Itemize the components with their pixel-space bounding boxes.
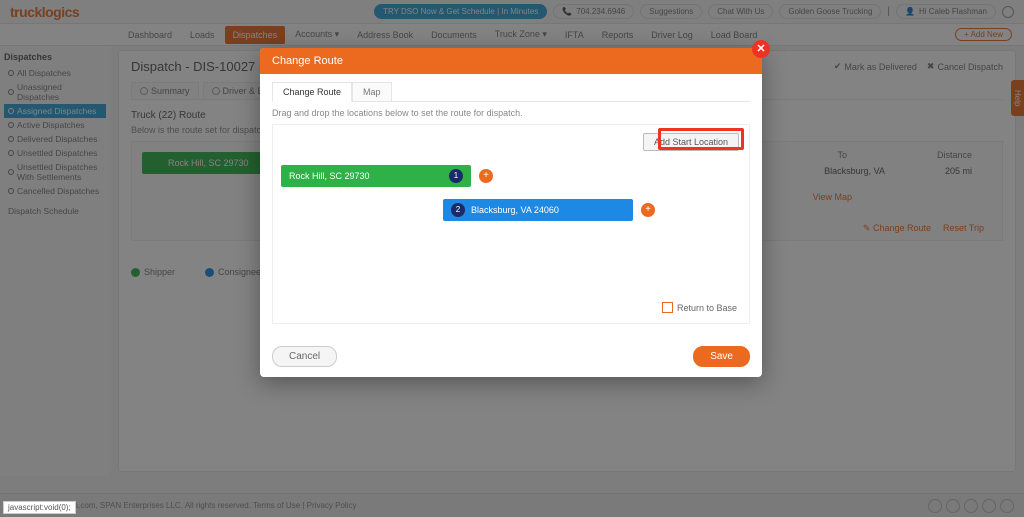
modal-header: Change Route ✕ <box>260 48 762 74</box>
location-1[interactable]: Rock Hill, SC 29730 1 <box>281 165 471 187</box>
location-2[interactable]: 2 Blacksburg, VA 24060 <box>443 199 633 221</box>
route-canvas: Add Start Location Rock Hill, SC 29730 1… <box>272 124 750 324</box>
location-2-label: Blacksburg, VA 24060 <box>471 205 559 215</box>
return-to-base[interactable]: Return to Base <box>662 302 737 313</box>
modal-tab-map[interactable]: Map <box>352 82 392 101</box>
status-bar: javascript:void(0); <box>3 501 76 514</box>
location-2-badge: 2 <box>451 203 465 217</box>
modal-tab-change[interactable]: Change Route <box>272 82 352 102</box>
location-1-badge: 1 <box>449 169 463 183</box>
add-after-2-icon[interactable]: + <box>641 203 655 217</box>
modal-hint: Drag and drop the locations below to set… <box>272 108 750 118</box>
save-button[interactable]: Save <box>693 346 750 367</box>
modal-title: Change Route <box>272 55 343 67</box>
add-after-1-icon[interactable]: + <box>479 169 493 183</box>
add-start-button[interactable]: Add Start Location <box>643 133 739 151</box>
checkbox-icon[interactable] <box>662 302 673 313</box>
close-icon[interactable]: ✕ <box>752 40 770 58</box>
change-route-modal: Change Route ✕ Change Route Map Drag and… <box>260 48 762 377</box>
cancel-button[interactable]: Cancel <box>272 346 337 367</box>
location-1-label: Rock Hill, SC 29730 <box>289 171 370 181</box>
